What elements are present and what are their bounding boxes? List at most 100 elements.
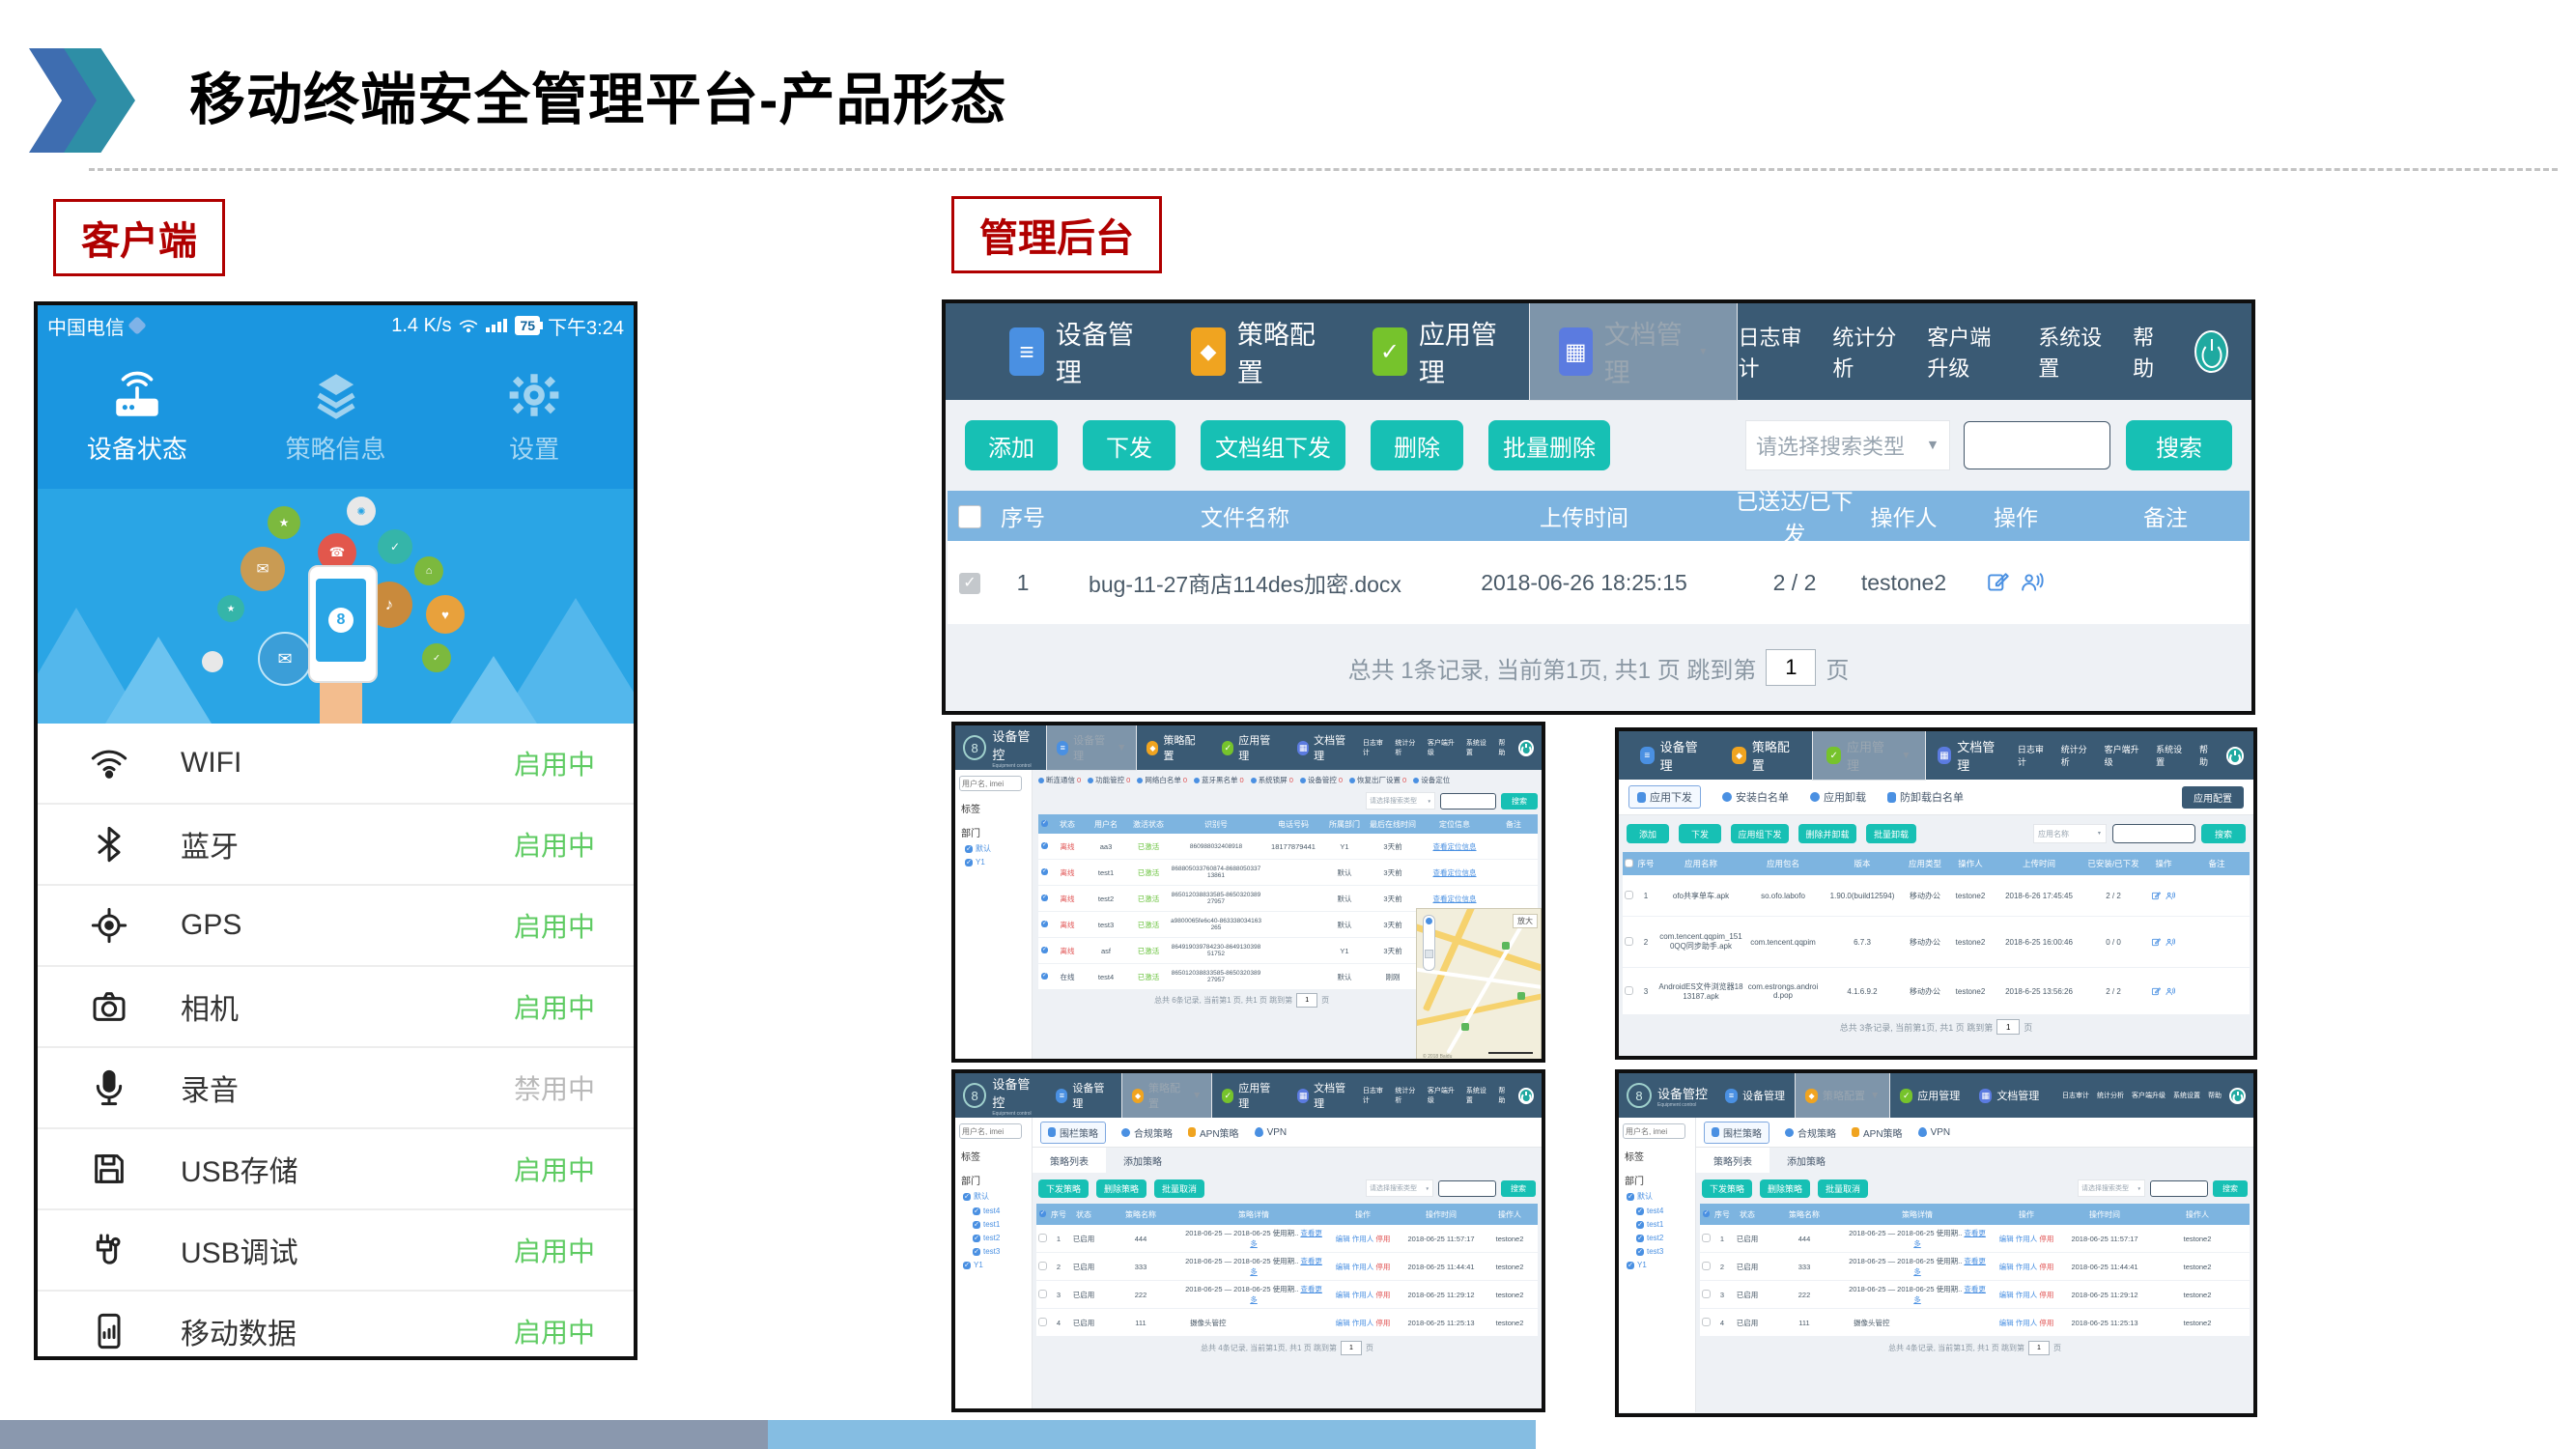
search-button[interactable]: 搜索: [2126, 420, 2232, 470]
list-item[interactable]: WIFI 启用中: [38, 724, 634, 805]
nav-link-log-audit[interactable]: 日志审计: [1738, 321, 1803, 383]
search-type-select[interactable]: 请选择搜索类型: [1366, 1179, 1433, 1197]
row-checkbox[interactable]: [959, 573, 980, 594]
nav-tab-doc[interactable]: ▦ 文档管理: [1529, 302, 1738, 401]
nav-tab-doc[interactable]: ▦ 文档管理: [1288, 725, 1363, 770]
tab-add-policy[interactable]: 添加策略: [1769, 1148, 1843, 1173]
select-all-checkbox[interactable]: [1039, 1210, 1046, 1217]
nav-tab-doc[interactable]: ▦ 文档管理: [1926, 731, 2018, 780]
table-row[interactable]: 3 已启用 222 2018-06-25 — 2018-06-25 使用期.. …: [1700, 1281, 2250, 1309]
nav-link[interactable]: 统计分析: [1395, 1086, 1420, 1105]
tree-item[interactable]: test2: [973, 1234, 1028, 1242]
tree-checkbox[interactable]: [965, 845, 973, 853]
nav-link[interactable]: 帮助: [1498, 1086, 1511, 1105]
subtab-install-whitelist[interactable]: 安装白名单: [1722, 789, 1789, 805]
nav-link[interactable]: 统计分析: [1395, 738, 1420, 757]
page-input[interactable]: [1996, 1019, 2020, 1035]
nav-link-client-upgrade[interactable]: 客户端升级: [1927, 321, 2009, 383]
tree-checkbox[interactable]: [973, 1221, 980, 1229]
tree-item[interactable]: test2: [1636, 1234, 1691, 1242]
search-input[interactable]: [1964, 421, 2110, 469]
power-icon[interactable]: [1518, 1088, 1534, 1104]
subtab-vpn[interactable]: VPN: [1255, 1127, 1288, 1138]
edit-icon[interactable]: [2151, 937, 2162, 948]
tab-add-policy[interactable]: 添加策略: [1106, 1148, 1179, 1173]
row-checkbox[interactable]: [1041, 921, 1048, 927]
nav-link[interactable]: 日志审计: [2018, 743, 2052, 768]
nav-tab-policy[interactable]: ◆ 策略配置: [1166, 303, 1347, 400]
search-button[interactable]: 搜索: [2201, 824, 2246, 843]
tree-item-default[interactable]: 默认: [965, 843, 1028, 854]
tab-policy-info[interactable]: 策略信息: [237, 370, 436, 466]
batch-cancel-button[interactable]: 批量取消: [1154, 1179, 1204, 1198]
nav-link-system-settings[interactable]: 系统设置: [2038, 321, 2104, 383]
assign-link[interactable]: 作用人: [2016, 1235, 2038, 1243]
assign-link[interactable]: 作用人: [1352, 1263, 1374, 1271]
disable-link[interactable]: 停用: [1375, 1319, 1390, 1327]
subtab-vpn[interactable]: VPN: [1918, 1127, 1951, 1138]
delete-uninstall-button[interactable]: 删除并卸载: [1798, 824, 1856, 843]
search-button[interactable]: 搜索: [1501, 793, 1538, 810]
table-row[interactable]: 2 已启用 333 2018-06-25 — 2018-06-25 使用期.. …: [1700, 1253, 2250, 1281]
tree-checkbox[interactable]: [1627, 1193, 1634, 1201]
edit-link[interactable]: 编辑: [1336, 1235, 1350, 1243]
action-lock[interactable]: 系统锁屏0: [1251, 775, 1293, 785]
disable-link[interactable]: 停用: [1375, 1235, 1390, 1243]
edit-link[interactable]: 编辑: [1336, 1319, 1350, 1327]
add-button[interactable]: 添加: [965, 420, 1058, 470]
edit-icon[interactable]: [2151, 986, 2162, 997]
row-checkbox[interactable]: [1702, 1318, 1711, 1326]
table-row[interactable]: 4 已启用 111 摄像头管控 编辑 作用人 停用 2018-06-25 11:…: [1700, 1309, 2250, 1336]
user-search-input[interactable]: [959, 1123, 1022, 1139]
batch-cancel-button[interactable]: 批量取消: [1818, 1179, 1868, 1198]
nav-tab-device[interactable]: ≡ 设备管理: [1046, 1073, 1121, 1118]
group-dispatch-button[interactable]: 应用组下发: [1731, 824, 1789, 843]
tree-checkbox[interactable]: [973, 1208, 980, 1215]
table-row[interactable]: 4 已启用 111 摄像头管控 编辑 作用人 停用 2018-06-25 11:…: [1036, 1309, 1538, 1336]
table-row[interactable]: 2 com.tencent.qqpim_1510QQ同步助手.apk com.t…: [1623, 917, 2250, 968]
list-item[interactable]: GPS 启用中: [38, 886, 634, 967]
nav-tab-policy[interactable]: ◆ 策略配置: [1795, 1072, 1890, 1119]
assign-link[interactable]: 作用人: [2016, 1291, 2038, 1299]
search-type-select[interactable]: 请选择搜索类型: [1745, 420, 1950, 470]
batch-uninstall-button[interactable]: 批量卸载: [1866, 824, 1916, 843]
tree-item-default[interactable]: 默认: [963, 1191, 1028, 1202]
subtab-app-dispatch[interactable]: 应用下发: [1628, 785, 1701, 809]
row-checkbox[interactable]: [1038, 1234, 1047, 1242]
power-icon[interactable]: [2226, 747, 2245, 765]
nav-link[interactable]: 日志审计: [2062, 1091, 2089, 1100]
select-all-checkbox[interactable]: [1625, 859, 1633, 867]
row-checkbox[interactable]: [1041, 973, 1048, 980]
search-type-select[interactable]: 请选择搜索类型: [2078, 1179, 2145, 1197]
action-function-control[interactable]: 功能管控0: [1088, 775, 1130, 785]
tree-checkbox[interactable]: [965, 859, 973, 867]
subtab-apn-policy[interactable]: APN策略: [1852, 1125, 1903, 1140]
power-icon[interactable]: [1518, 740, 1534, 756]
nav-link[interactable]: 客户端升级: [2132, 1091, 2166, 1100]
map-zoom-slider[interactable]: [1423, 915, 1435, 971]
table-row[interactable]: 1 已启用 444 2018-06-25 — 2018-06-25 使用期.. …: [1700, 1225, 2250, 1253]
disable-link[interactable]: 停用: [1375, 1263, 1390, 1271]
search-input[interactable]: [2112, 824, 2195, 843]
nav-tab-doc[interactable]: ▦ 文档管理: [1969, 1073, 2049, 1118]
dispatch-button[interactable]: 下发: [1083, 420, 1175, 470]
map-zoom-button[interactable]: 放大: [1513, 914, 1538, 928]
subtab-app-uninstall[interactable]: 应用卸载: [1810, 789, 1866, 805]
nav-tab-app[interactable]: ✓ 应用管理: [1347, 303, 1529, 400]
row-checkbox[interactable]: [1038, 1262, 1047, 1270]
tree-item-default[interactable]: 默认: [1627, 1191, 1691, 1202]
list-item[interactable]: 录音 禁用中: [38, 1048, 634, 1129]
app-config-button[interactable]: 应用配置: [2182, 786, 2244, 809]
nav-link[interactable]: 帮助: [1498, 738, 1511, 757]
row-checkbox[interactable]: [1702, 1262, 1711, 1270]
row-checkbox[interactable]: [1702, 1290, 1711, 1298]
nav-tab-device[interactable]: ≡ 设备管理: [1046, 724, 1137, 771]
delete-policy-button[interactable]: 删除策略: [1096, 1179, 1146, 1198]
delete-policy-button[interactable]: 删除策略: [1760, 1179, 1810, 1198]
nav-tab-app[interactable]: ✓ 应用管理: [1890, 1073, 1969, 1118]
tree-checkbox[interactable]: [973, 1248, 980, 1256]
add-button[interactable]: 添加: [1627, 824, 1669, 843]
power-icon[interactable]: [2194, 330, 2228, 373]
tree-checkbox[interactable]: [963, 1193, 971, 1201]
row-checkbox[interactable]: [1038, 1318, 1047, 1326]
